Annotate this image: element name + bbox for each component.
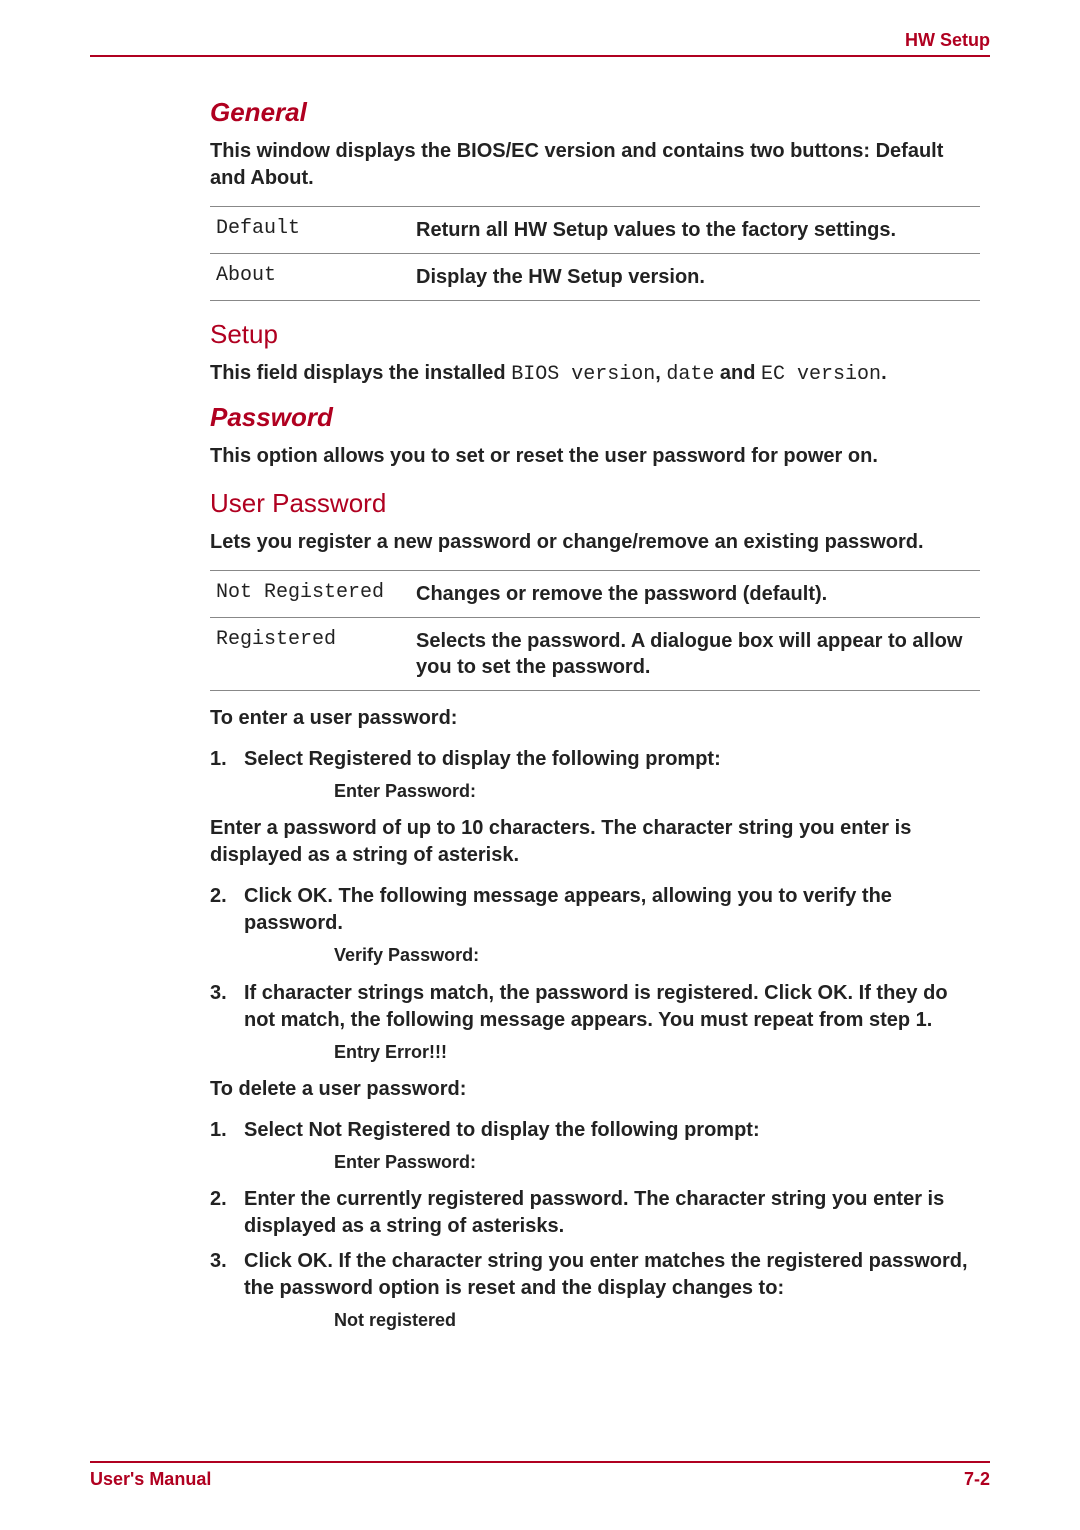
prompt-text: Not registered [334,1308,980,1332]
text: . The following message appears, allowin… [244,885,892,934]
enter-steps: Select Registered to display the followi… [234,746,980,803]
mono-text: BIOS version [511,363,655,386]
table-row: Default Return all HW Setup values to th… [210,207,980,254]
table-row: About Display the HW Setup version. [210,254,980,301]
header-title: HW Setup [905,30,990,50]
text: to display the following prompt: [451,1119,760,1141]
text: Enter the currently registered password.… [244,1188,944,1237]
cell-val: Selects the password. A dialogue box wil… [410,618,980,691]
cell-val: Changes or remove the password (default)… [410,571,980,618]
text: . If the character string you enter matc… [244,1250,968,1299]
cell-key: About [210,254,410,301]
text: If character strings match, the password… [244,982,818,1004]
enter-steps-cont: Click OK. The following message appears,… [234,883,980,1064]
enter-lead: To enter a user password: [210,705,980,732]
page-footer: User's Manual 7-2 [90,1461,990,1490]
heading-setup: Setup [210,319,980,350]
password-intro: This option allows you to set or reset t… [210,443,980,470]
enter-after1: Enter a password of up to 10 characters.… [210,815,980,869]
footer-right: 7-2 [964,1469,990,1490]
page-header: HW Setup [90,30,990,57]
text-bold: Not Registered [308,1119,450,1141]
text-bold: OK [297,1250,327,1272]
content-area: General This window displays the BIOS/EC… [210,97,980,1332]
text: Select [244,748,308,770]
table-row: Registered Selects the password. A dialo… [210,618,980,691]
text: Click [244,1250,297,1272]
text: Click [244,885,297,907]
general-table: Default Return all HW Setup values to th… [210,206,980,301]
cell-key: Not Registered [210,571,410,618]
delete-lead: To delete a user password: [210,1076,980,1103]
cell-val: Return all HW Setup values to the factor… [410,207,980,254]
prompt-text: Entry Error!!! [334,1040,980,1064]
heading-general: General [210,97,980,128]
text-bold: Registered [308,748,411,770]
list-item: If character strings match, the password… [234,980,980,1064]
list-item: Click OK. The following message appears,… [234,883,980,967]
cell-key: Default [210,207,410,254]
list-item: Enter the currently registered password.… [234,1186,980,1240]
mono-text: date [666,363,714,386]
setup-line: This field displays the installed BIOS v… [210,360,980,388]
mono-text: EC version [761,363,881,386]
delete-steps: Select Not Registered to display the fol… [234,1117,980,1333]
text: . [881,362,887,384]
list-item: Select Not Registered to display the fol… [234,1117,980,1174]
cell-key: Registered [210,618,410,691]
heading-password: Password [210,402,980,433]
cell-val: Display the HW Setup version. [410,254,980,301]
list-item: Click OK. If the character string you en… [234,1248,980,1332]
prompt-text: Enter Password: [334,779,980,803]
general-intro: This window displays the BIOS/EC version… [210,138,980,192]
text: Select [244,1119,308,1141]
text: This field displays the installed [210,362,511,384]
footer-left: User's Manual [90,1469,211,1490]
table-row: Not Registered Changes or remove the pas… [210,571,980,618]
heading-user-password: User Password [210,488,980,519]
prompt-text: Verify Password: [334,943,980,967]
text: , [655,362,666,384]
text-bold: OK [818,982,848,1004]
text: to display the following prompt: [412,748,721,770]
userpass-table: Not Registered Changes or remove the pas… [210,570,980,691]
text: and [714,362,761,384]
text-bold: OK [297,885,327,907]
list-item: Select Registered to display the followi… [234,746,980,803]
prompt-text: Enter Password: [334,1150,980,1174]
userpass-intro: Lets you register a new password or chan… [210,529,980,556]
